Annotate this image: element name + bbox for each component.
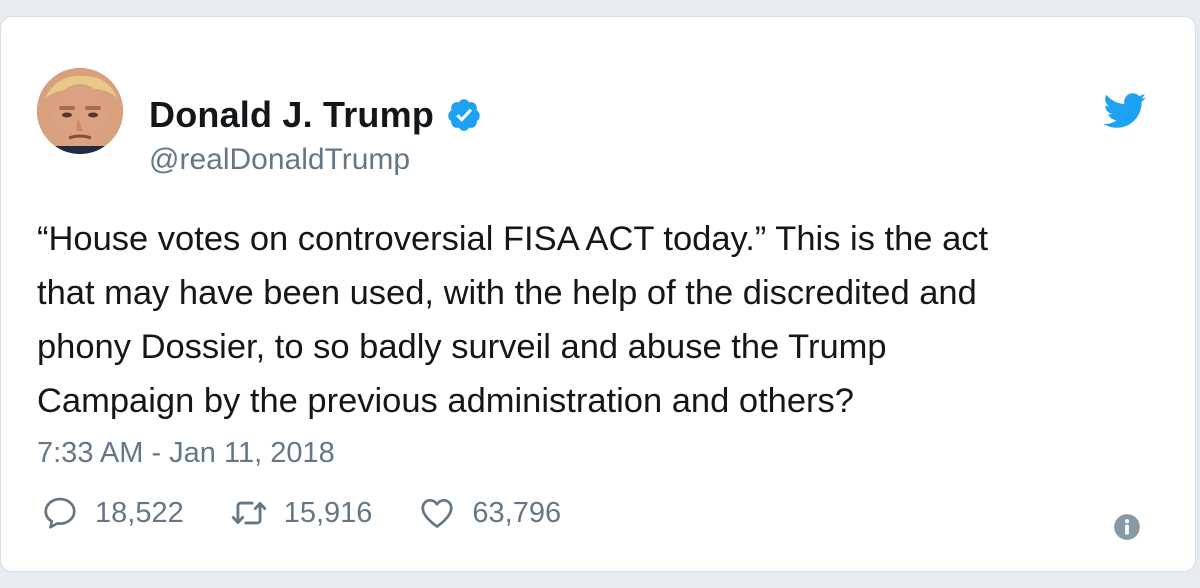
tweet-card: Donald J. Trump @realDonaldTrump “House … (0, 16, 1196, 572)
retweet-icon (231, 501, 266, 525)
reply-button[interactable]: 18,522 (41, 494, 184, 532)
author-name-row[interactable]: Donald J. Trump (149, 93, 482, 137)
heart-icon (421, 498, 454, 528)
avatar-portrait-icon (37, 68, 123, 154)
author-handle[interactable]: @realDonaldTrump (149, 143, 410, 177)
reply-count: 18,522 (95, 496, 184, 529)
tweet-timestamp[interactable]: 7:33 AM - Jan 11, 2018 (37, 437, 335, 470)
tweet-text: “House votes on controversial FISA ACT t… (37, 220, 989, 420)
tweet-actions: 18,522 15,916 63,796 (41, 493, 607, 533)
verified-badge-icon (448, 99, 480, 131)
reply-icon (44, 497, 76, 529)
retweet-count: 15,916 (283, 496, 373, 529)
avatar[interactable] (37, 68, 123, 154)
like-count: 63,796 (472, 496, 562, 529)
twitter-bird-icon[interactable] (1103, 93, 1147, 129)
info-icon[interactable] (1113, 513, 1141, 541)
retweet-button[interactable]: 15,916 (230, 494, 373, 532)
author-name[interactable]: Donald J. Trump (149, 94, 434, 136)
like-button[interactable]: 63,796 (418, 494, 561, 532)
